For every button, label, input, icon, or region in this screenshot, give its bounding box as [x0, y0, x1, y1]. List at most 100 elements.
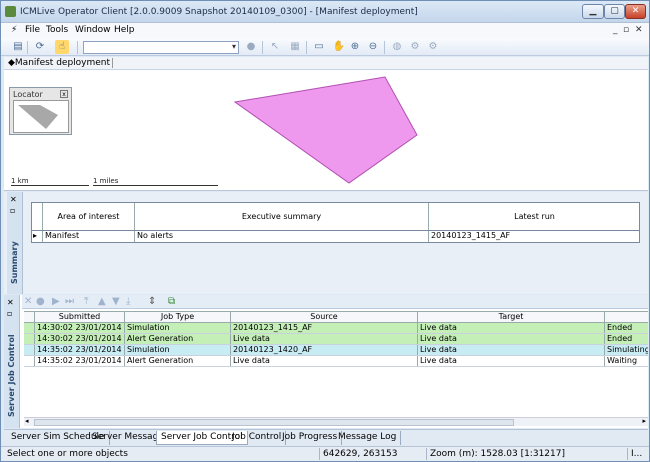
job-row[interactable]: 14:35:02 23/01/2014 Simulation 20140123_… — [24, 345, 648, 356]
col-job-type[interactable]: Job Type — [125, 312, 231, 322]
sort-icon[interactable]: ⇕ — [148, 296, 156, 308]
jobs-side-header: ✕ ▫ Server Job Control — [4, 295, 20, 428]
ruler-icon[interactable]: ▭ — [312, 40, 326, 54]
tab-job-progress[interactable]: Job Progress — [278, 431, 343, 445]
row-selector-icon: ▸ — [32, 231, 43, 242]
cell-area[interactable]: Manifest — [43, 231, 135, 242]
cell-status: Simulating ( — [607, 345, 648, 354]
bottom-tab-bar: Server Sim Schedule Server Messages Serv… — [4, 429, 648, 445]
move-down-icon[interactable]: ▼ — [112, 296, 120, 308]
job-control-panel: ✕ ▫ Server Job Control ✕ ● ▶ ⏭ ⤒ ▲ ▼ ⤓ ⇕… — [4, 295, 648, 428]
menu-bar: ⚡ File Tools Window Help _ ▫ ✕ — [1, 23, 649, 38]
col-area-of-interest[interactable]: Area of interest — [43, 203, 135, 230]
summary-row[interactable]: ▸ Manifest No alerts 20140123_1415_AF — [32, 231, 639, 242]
pin-icon[interactable]: ▫ — [10, 206, 15, 215]
select-icon[interactable]: ↖ — [268, 40, 282, 54]
cell-source: Live data — [231, 356, 418, 366]
export-icon[interactable]: ⧉ — [168, 296, 175, 308]
job-row[interactable]: 14:35:02 23/01/2014 Alert Generation Liv… — [24, 356, 648, 367]
row-header-cell — [24, 345, 35, 355]
toolbar-separator — [384, 41, 385, 54]
job-row[interactable]: 14:30:02 23/01/2014 Simulation 20140123_… — [24, 323, 648, 334]
close-button[interactable]: ✕ — [625, 4, 646, 19]
cell-summary[interactable]: No alerts — [135, 231, 429, 242]
job-row[interactable]: 14:30:02 23/01/2014 Alert Generation Liv… — [24, 334, 648, 345]
row-header-cell — [32, 203, 43, 230]
app-icon — [5, 6, 16, 17]
col-target[interactable]: Target — [418, 312, 605, 322]
col-source[interactable]: Source — [231, 312, 418, 322]
menu-icon[interactable]: ⚡ — [11, 25, 17, 35]
jobs-grid: Submitted Job Type Source Target 14:30:0… — [24, 311, 648, 367]
row-header-cell — [24, 312, 35, 322]
cell-target: Live data — [418, 334, 605, 344]
toolbar-separator — [77, 41, 78, 54]
scroll-right-icon[interactable]: ▸ — [642, 417, 646, 425]
status-message: Select one or more objects — [7, 449, 128, 459]
chevron-down-icon[interactable]: ▾ — [232, 42, 236, 51]
jobs-side-label: Server Job Control — [7, 334, 16, 417]
menu-window[interactable]: Window — [75, 25, 111, 35]
cell-target: Live data — [418, 345, 605, 355]
menu-help[interactable]: Help — [114, 25, 135, 35]
pointer-icon[interactable]: ☝ — [55, 40, 69, 54]
col-submitted[interactable]: Submitted — [35, 312, 125, 322]
zoom-out-icon[interactable]: ⊖ — [366, 40, 380, 54]
tool-a-icon[interactable]: ⚙ — [408, 40, 422, 54]
stop-icon[interactable]: ● — [244, 40, 258, 54]
stop-job-icon[interactable]: ● — [36, 296, 45, 308]
toolbar-separator — [27, 41, 28, 54]
menu-file[interactable]: File — [25, 25, 40, 35]
play-icon[interactable]: ▶ — [52, 296, 60, 308]
pan-icon[interactable]: ✋ — [332, 40, 346, 54]
cell-latest-run[interactable]: 20140123_1415_AF — [429, 231, 640, 242]
map-doc-icon: ◆ — [8, 58, 15, 68]
status-bar: Select one or more objects 642629, 26315… — [1, 446, 649, 461]
col-latest-run[interactable]: Latest run — [429, 203, 640, 230]
close-icon[interactable]: ✕ — [7, 298, 14, 307]
layer-combo[interactable]: ▾ — [83, 41, 239, 54]
title-bar: ICMLive Operator Client [2.0.0.9009 Snap… — [1, 1, 649, 23]
summary-panel: ✕ ▫ Summary Area of interest Executive s… — [4, 192, 648, 294]
maximize-button[interactable]: ▢ — [604, 4, 625, 19]
scroll-left-icon[interactable]: ◂ — [25, 417, 29, 425]
minimize-button[interactable]: ▁ — [582, 4, 604, 19]
cell-source: Live data — [231, 334, 418, 344]
cell-source: 20140123_1420_AF — [231, 345, 418, 355]
mdi-minimize-icon[interactable]: _ — [613, 25, 618, 35]
doc-tab-label: Manifest deployment — [14, 58, 111, 68]
close-icon[interactable]: ✕ — [10, 195, 17, 204]
summary-grid: Area of interest Executive summary Lates… — [31, 202, 640, 243]
menu-tools[interactable]: Tools — [46, 25, 68, 35]
zoom-in-icon[interactable]: ⊕ — [348, 40, 362, 54]
row-header-cell — [24, 356, 35, 366]
app-window: ICMLive Operator Client [2.0.0.9009 Snap… — [0, 0, 650, 462]
tab-manifest-deployment[interactable]: ◆Manifest deployment — [8, 58, 114, 68]
toolbar-separator — [306, 41, 307, 54]
toolbar-separator — [262, 41, 263, 54]
grid-icon[interactable]: ▦ — [288, 40, 302, 54]
move-top-icon[interactable]: ⤒ — [84, 296, 88, 308]
globe-icon[interactable]: ◍ — [390, 40, 404, 54]
scrollbar-thumb[interactable] — [34, 419, 514, 426]
layout-icon[interactable]: ▤ — [11, 40, 25, 54]
refresh-icon[interactable]: ⟳ — [33, 40, 47, 54]
cell-target: Live data — [418, 323, 605, 333]
tool-b-icon[interactable]: ⚙ — [426, 40, 440, 54]
mdi-restore-icon[interactable]: ▫ — [623, 25, 629, 35]
move-bottom-icon[interactable]: ⤓ — [126, 296, 130, 308]
mdi-close-icon[interactable]: ✕ — [635, 25, 643, 35]
map-view[interactable]: Locator x 1 km 1 miles — [4, 70, 648, 191]
scale-km-bar — [11, 185, 89, 186]
tab-message-log[interactable]: Message Log — [334, 431, 402, 445]
col-status[interactable] — [605, 312, 648, 322]
move-up-icon[interactable]: ▲ — [98, 296, 106, 308]
summary-side-header: ✕ ▫ Summary — [7, 192, 23, 294]
skip-icon[interactable]: ⏭ — [65, 296, 74, 308]
horizontal-scrollbar[interactable]: ◂ ▸ — [24, 417, 648, 426]
cell-target: Live data — [418, 356, 605, 366]
pin-icon[interactable]: ▫ — [7, 309, 12, 318]
col-executive-summary[interactable]: Executive summary — [135, 203, 429, 230]
cancel-job-icon[interactable]: ✕ — [24, 296, 32, 308]
cell-submitted: 14:30:02 23/01/2014 — [35, 334, 125, 344]
